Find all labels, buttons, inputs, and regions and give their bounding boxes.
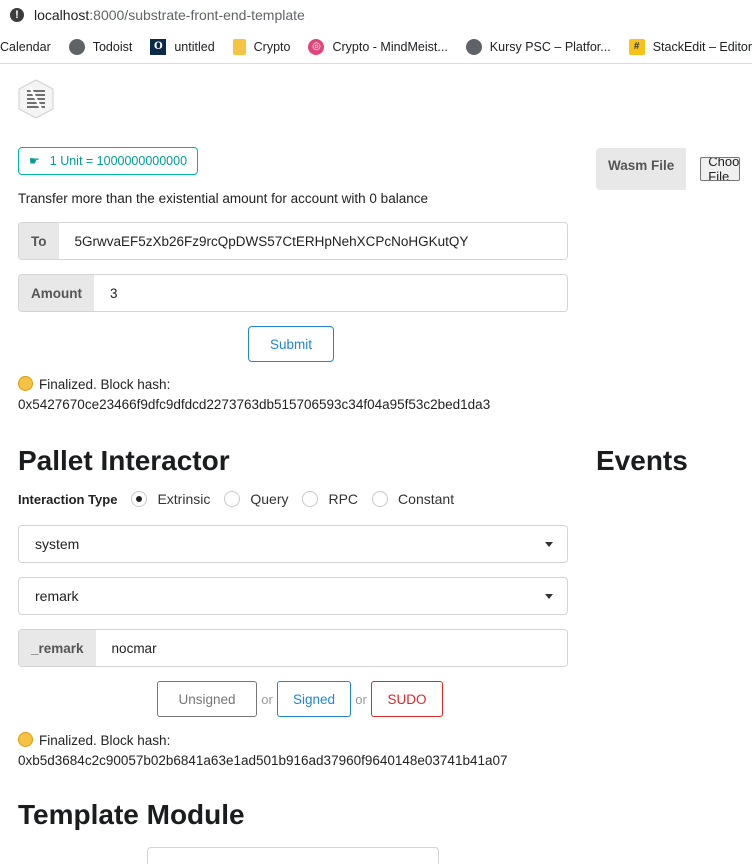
amount-field: Amount 3 [18, 274, 568, 312]
globe-icon [68, 38, 85, 55]
bookmark-label: Crypto - MindMeist... [332, 39, 448, 54]
page-content: ☛ 1 Unit = 1000000000000 Transfer more t… [0, 65, 752, 864]
radio-label: RPC [328, 491, 359, 507]
unit-badge: ☛ 1 Unit = 1000000000000 [18, 147, 199, 175]
or-divider: or [355, 691, 367, 707]
block-hash: 0x5427670ce23466f9dfc9dfdcd2273763db5157… [18, 397, 491, 412]
submit-button-group: Unsigned or Signed or SUDO [157, 681, 443, 717]
unsigned-label: Unsigned [178, 691, 236, 707]
radio-label: Extrinsic [157, 491, 211, 507]
choose-file-button[interactable]: Choose File [700, 157, 741, 181]
bookmark-kursy[interactable]: Kursy PSC – Platfor... [465, 38, 611, 55]
radio-circle-selected [131, 491, 148, 507]
callable-select-value: remark [35, 588, 79, 604]
status-text: Finalized. Block hash: [39, 733, 171, 748]
bookmark-untitled[interactable]: O untitled [150, 38, 215, 55]
to-field: To 5GrwvaEF5zXb26Fz9rcQpDWS57CtERHpNehXC… [18, 222, 568, 260]
wasm-label: Wasm File [596, 148, 687, 190]
block-hash: 0xb5d3684c2c90057b02b6841a63e1ad501b916a… [18, 753, 508, 768]
mindmeister-icon: ◎ [308, 38, 325, 55]
to-label: To [19, 223, 59, 259]
stackedit-icon: # [628, 38, 645, 55]
radio-circle [372, 491, 389, 507]
unsigned-button[interactable]: Unsigned [157, 681, 257, 717]
or-divider: or [261, 691, 273, 707]
pallet-select[interactable]: system [18, 525, 568, 563]
smile-icon [18, 732, 33, 747]
folder-icon [232, 38, 246, 55]
bookmark-label: untitled [174, 39, 215, 54]
url-host: localhost [34, 7, 90, 23]
bookmark-label: StackEdit – Editor [652, 39, 752, 54]
wasm-file-field: Wasm File Choose File [596, 148, 752, 190]
radio-constant[interactable]: Constant [372, 491, 454, 507]
unit-badge-text: 1 Unit = 1000000000000 [49, 154, 188, 168]
events-heading: Events [596, 445, 688, 476]
bookmark-mindmeister[interactable]: ◎ Crypto - MindMeist... [308, 38, 448, 55]
template-module-heading: Template Module [18, 799, 245, 830]
url-path: :8000/substrate-front-end-template [89, 7, 305, 23]
globe-icon [465, 38, 482, 55]
status-text: Finalized. Block hash: [39, 377, 171, 392]
bookmark-stackedit[interactable]: # StackEdit – Editor [628, 38, 752, 55]
sudo-button[interactable]: SUDO [371, 681, 443, 717]
pallet-select-value: system [35, 536, 80, 552]
bookmark-label: Crypto [253, 39, 291, 54]
bookmark-label: Kursy PSC – Platfor... [489, 39, 611, 54]
interaction-type-group: Interaction Type Extrinsic Query RPC Con… [18, 491, 468, 507]
remark-label: _remark [19, 630, 96, 666]
remark-field: _remark nocmar [18, 629, 568, 667]
pallet-interactor-heading: Pallet Interactor [18, 445, 230, 476]
bookmark-label: Calendar [0, 39, 51, 54]
to-input[interactable]: 5GrwvaEF5zXb26Fz9rcQpDWS57CtERHpNehXCPcN… [58, 223, 567, 259]
bookmark-todoist[interactable]: Todoist [68, 38, 133, 55]
amount-label: Amount [19, 275, 94, 311]
submit-label: Submit [269, 336, 313, 352]
radio-label: Query [250, 491, 289, 507]
radio-circle [302, 491, 319, 507]
sudo-label: SUDO [387, 691, 427, 707]
radio-rpc[interactable]: RPC [302, 491, 358, 507]
radio-label: Constant [398, 491, 455, 507]
remark-input[interactable]: nocmar [95, 630, 567, 666]
transfer-status: Finalized. Block hash: 0x5427670ce23466f… [18, 375, 490, 415]
address-bar[interactable]: ! localhost:8000/substrate-front-end-tem… [0, 0, 752, 30]
signed-label: Signed [292, 691, 336, 707]
hand-pointer-icon: ☛ [29, 154, 40, 168]
radio-circle [224, 491, 241, 507]
callable-select[interactable]: remark [18, 577, 568, 615]
amount-input[interactable]: 3 [94, 275, 567, 311]
bookmark-crypto-folder[interactable]: Crypto [232, 38, 291, 55]
info-icon[interactable]: ! [10, 8, 24, 22]
bookmark-label: Todoist [92, 39, 133, 54]
signed-button[interactable]: Signed [277, 681, 351, 717]
dropdown-caret-icon [545, 542, 553, 547]
bookmark-calendar[interactable]: Calendar [0, 40, 51, 54]
url-text[interactable]: localhost:8000/substrate-front-end-templ… [34, 7, 305, 23]
o-icon: O [150, 38, 167, 55]
radio-extrinsic[interactable]: Extrinsic [131, 491, 210, 507]
smile-icon [18, 376, 33, 391]
bookmarks-bar: Calendar Todoist O untitled Crypto ◎ Cry… [0, 30, 752, 64]
interaction-type-label: Interaction Type [18, 491, 118, 507]
radio-query[interactable]: Query [224, 491, 288, 507]
pallet-status: Finalized. Block hash: 0xb5d3684c2c90057… [18, 731, 508, 771]
transfer-hint: Transfer more than the existential amoun… [18, 191, 428, 206]
dropdown-caret-icon [545, 594, 553, 599]
substrate-logo-icon [18, 79, 54, 119]
template-module-card [147, 847, 439, 864]
submit-button[interactable]: Submit [248, 326, 334, 362]
